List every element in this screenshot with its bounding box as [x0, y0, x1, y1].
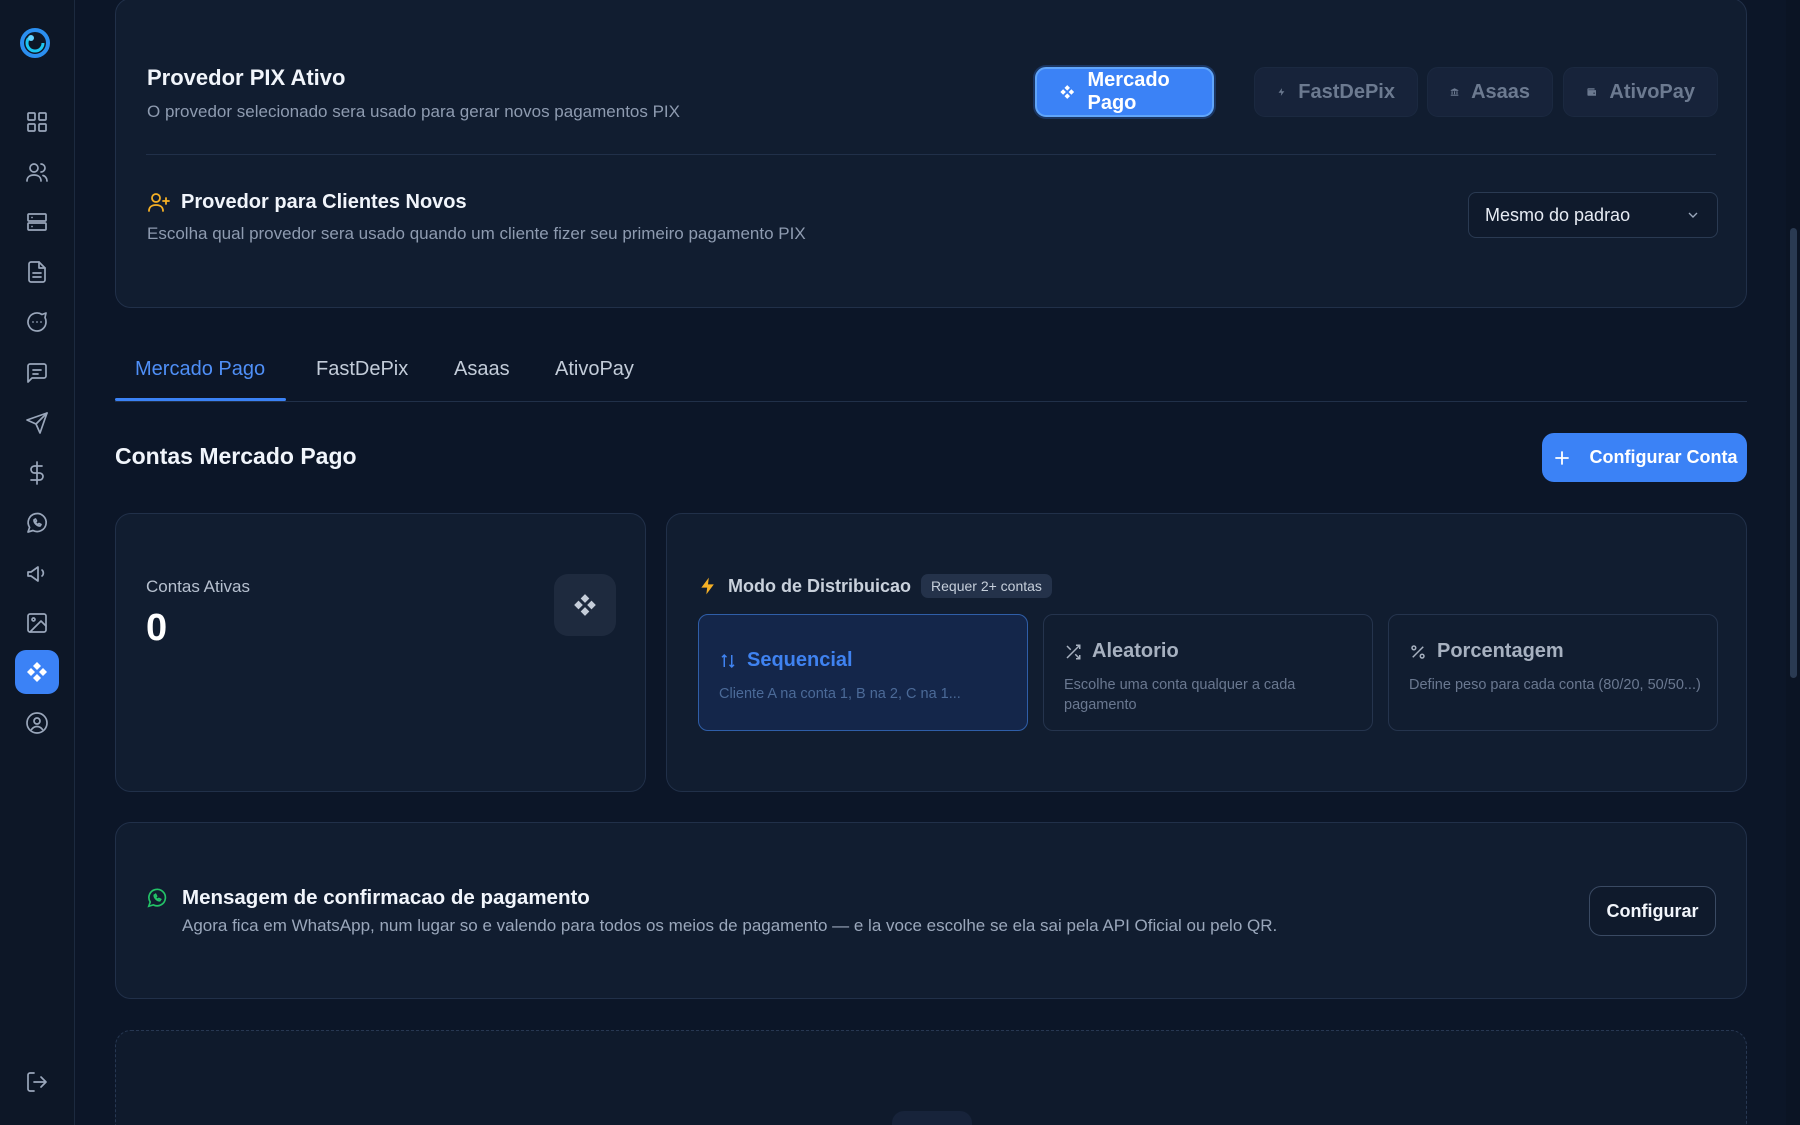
percent-icon: [1411, 644, 1425, 659]
megaphone-icon[interactable]: [22, 558, 52, 588]
mode-porcentagem[interactable]: Porcentagem Define peso para cada conta …: [1388, 614, 1718, 731]
pix-icon: [1060, 85, 1075, 99]
placeholder-card: [115, 1030, 1747, 1125]
whatsapp-icon: [146, 887, 168, 909]
scrollbar-thumb[interactable]: [1790, 228, 1797, 678]
lightning-icon: [701, 577, 714, 595]
mode-header: Porcentagem: [1409, 640, 1564, 663]
active-accounts-label: Contas Ativas: [146, 577, 250, 596]
plus-icon: [1554, 450, 1569, 465]
provider-button-label: Mercado Pago: [1087, 69, 1170, 114]
chat-bubble-icon[interactable]: [22, 307, 52, 337]
provider-button-asaas[interactable]: Asaas: [1427, 67, 1553, 117]
mode-title: Sequencial: [747, 649, 853, 671]
new-clients-provider-select[interactable]: Mesmo do padrao: [1468, 192, 1718, 238]
image-icon[interactable]: [22, 608, 52, 638]
provider-button-mercado-pago[interactable]: Mercado Pago: [1035, 67, 1214, 117]
bank-icon: [1450, 88, 1459, 96]
mode-description: Escolhe uma conta qualquer a cada pagame…: [1064, 677, 1296, 713]
placeholder-stub: [892, 1111, 972, 1125]
shuffle-icon: [1066, 644, 1081, 659]
provider-card-title: Provedor PIX Ativo: [147, 65, 346, 90]
user-circle-icon[interactable]: [22, 708, 52, 738]
mode-sequencial[interactable]: Sequencial Cliente A na conta 1, B na 2,…: [698, 614, 1028, 731]
provider-button-label: Asaas: [1471, 80, 1530, 103]
select-value: Mesmo do padrao: [1485, 204, 1631, 225]
active-accounts-card: Contas Ativas 0: [115, 513, 646, 792]
user-plus-icon: [147, 190, 171, 214]
provider-card-subtitle: O provedor selecionado sera usado para g…: [147, 102, 680, 121]
tab-asaas[interactable]: Asaas: [454, 358, 510, 381]
active-accounts-count: 0: [146, 607, 168, 649]
app-logo[interactable]: [18, 26, 52, 60]
mode-description: Define peso para cada conta (80/20, 50/5…: [1409, 677, 1701, 693]
tab-active-indicator: [115, 398, 286, 401]
sort-arrows-icon: [721, 653, 735, 668]
pix-icon: [554, 574, 616, 636]
users-icon[interactable]: [22, 157, 52, 187]
tab-ativopay[interactable]: AtivoPay: [555, 358, 634, 381]
scrollbar[interactable]: [1786, 0, 1800, 1125]
whatsapp-icon[interactable]: [22, 508, 52, 538]
dollar-icon[interactable]: [22, 458, 52, 488]
distribution-title: Modo de Distribuicao: [728, 575, 912, 596]
configure-account-label: Configurar Conta: [1589, 447, 1738, 467]
payment-message-card: Mensagem de confirmacao de pagamento Ago…: [115, 822, 1747, 999]
logout-icon[interactable]: [22, 1067, 52, 1097]
provider-button-fastdepix[interactable]: FastDePix: [1254, 67, 1418, 117]
provider-button-ativopay[interactable]: AtivoPay: [1563, 67, 1718, 117]
server-icon[interactable]: [22, 207, 52, 237]
requirement-badge: Requer 2+ contas: [921, 574, 1052, 598]
distribution-card: Modo de Distribuicao Requer 2+ contas Se…: [666, 513, 1747, 792]
chevron-down-icon: [1688, 212, 1698, 218]
tab-fastdepix[interactable]: FastDePix: [316, 358, 408, 381]
payment-message-title: Mensagem de confirmacao de pagamento: [182, 886, 590, 909]
mode-header: Aleatorio: [1064, 640, 1179, 663]
mode-description: Cliente A na conta 1, B na 2, C na 1...: [719, 686, 961, 702]
mode-title: Aleatorio: [1092, 640, 1179, 662]
document-icon[interactable]: [22, 257, 52, 287]
dashboard-grid-icon[interactable]: [22, 107, 52, 137]
wallet-icon: [1587, 88, 1596, 96]
configure-account-button[interactable]: Configurar Conta: [1542, 433, 1747, 482]
pix-icon[interactable]: [15, 650, 59, 694]
new-clients-title: Provedor para Clientes Novos: [181, 191, 467, 213]
send-icon[interactable]: [22, 408, 52, 438]
divider: [146, 154, 1716, 155]
message-square-icon[interactable]: [22, 358, 52, 388]
sidebar: [0, 0, 75, 1125]
new-clients-subtitle: Escolha qual provedor sera usado quando …: [147, 224, 806, 243]
provider-button-label: FastDePix: [1298, 80, 1395, 103]
configure-button[interactable]: Configurar: [1589, 886, 1716, 936]
provider-tabs: Mercado Pago FastDePix Asaas AtivoPay: [115, 340, 1747, 402]
payment-message-description: Agora fica em WhatsApp, num lugar so e v…: [182, 916, 1278, 935]
mode-aleatorio[interactable]: Aleatorio Escolhe uma conta qualquer a c…: [1043, 614, 1373, 731]
distribution-header: Modo de Distribuicao Requer 2+ contas: [698, 574, 1052, 598]
mode-header: Sequencial: [719, 649, 853, 672]
tab-mercado-pago[interactable]: Mercado Pago: [135, 358, 265, 381]
lightning-icon: [1278, 88, 1285, 96]
provider-card: Provedor PIX Ativo O provedor selecionad…: [115, 0, 1747, 308]
provider-button-label: AtivoPay: [1609, 80, 1695, 103]
section-title: Contas Mercado Pago: [115, 443, 357, 469]
mode-title: Porcentagem: [1437, 640, 1564, 662]
